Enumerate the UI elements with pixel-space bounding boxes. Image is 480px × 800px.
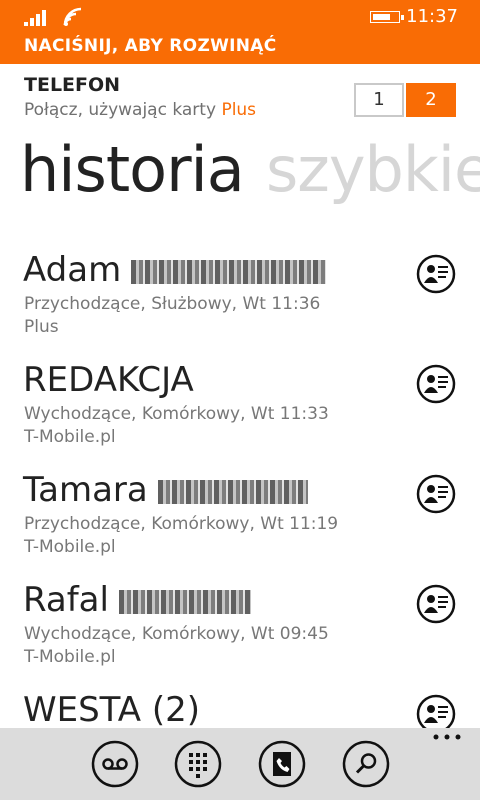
wifi-icon [63,7,82,26]
status-bar: 11:37 [0,0,480,32]
call-history-item[interactable]: Rafal Wychodzące, Komórkowy, Wt 09:45 T-… [0,580,480,688]
sim-2-button[interactable]: 2 [406,83,456,117]
call-name: Adam [23,250,327,290]
app-title: TELEFON [24,74,121,96]
pivot-speed-dial[interactable]: szybkie [266,133,480,206]
call-network: T-Mobile.pl [24,647,116,667]
contact-details-icon[interactable] [416,474,456,514]
expand-banner[interactable]: NACIŚNIJ, ABY ROZWINĄĆ [0,32,480,64]
call-detail: Przychodzące, Komórkowy, Wt 11:19 [24,514,339,534]
call-name: Rafal [23,580,251,620]
contact-details-icon[interactable] [416,364,456,404]
call-history-list: Adam Przychodzące, Służbowy, Wt 11:36 Pl… [0,250,480,728]
sim-subtitle-prefix: Połącz, używając karty [24,100,222,120]
call-detail: Przychodzące, Służbowy, Wt 11:36 [24,294,321,314]
call-history-item[interactable]: WESTA (2) [0,690,480,728]
pivot-history[interactable]: historia [20,133,245,206]
voicemail-icon[interactable] [91,740,139,788]
call-name-text: Tamara [23,470,148,510]
sim-subtitle: Połącz, używając karty Plus [24,100,256,120]
call-history-item[interactable]: REDAKCJA Wychodzące, Komórkowy, Wt 11:33… [0,360,480,468]
call-history-item[interactable]: Tamara Przychodzące, Komórkowy, Wt 11:19… [0,470,480,578]
contact-details-icon[interactable] [416,584,456,624]
contact-details-icon[interactable] [416,254,456,294]
call-history-item[interactable]: Adam Przychodzące, Służbowy, Wt 11:36 Pl… [0,250,480,358]
sim-1-button[interactable]: 1 [354,83,404,117]
redacted-surname [131,259,327,284]
call-name-text: WESTA (2) [23,690,201,728]
call-name: WESTA (2) [23,690,200,728]
clock: 11:37 [406,6,458,27]
call-name: REDAKCJA [23,360,194,400]
call-name-text: Adam [23,250,122,290]
contact-details-icon[interactable] [416,694,456,728]
redacted-surname [118,589,251,614]
more-options-icon[interactable] [432,732,462,742]
battery-icon [370,11,404,23]
call-network: T-Mobile.pl [24,427,116,447]
app-bar [0,728,480,800]
call-name-text: REDAKCJA [23,360,194,400]
expand-banner-label: NACIŚNIJ, ABY ROZWINĄĆ [24,36,277,56]
signal-strength-icon [24,10,46,26]
keypad-icon[interactable] [174,740,222,788]
call-network: Plus [24,317,59,337]
redacted-surname [157,479,308,504]
sim-subtitle-carrier: Plus [221,100,257,120]
search-icon[interactable] [342,740,390,788]
call-detail: Wychodzące, Komórkowy, Wt 11:33 [24,404,329,424]
call-name: Tamara [23,470,308,510]
call-detail: Wychodzące, Komórkowy, Wt 09:45 [24,624,329,644]
call-name-text: Rafal [23,580,109,620]
call-network: T-Mobile.pl [24,537,116,557]
battery-fill [373,14,390,20]
people-icon[interactable] [258,740,306,788]
